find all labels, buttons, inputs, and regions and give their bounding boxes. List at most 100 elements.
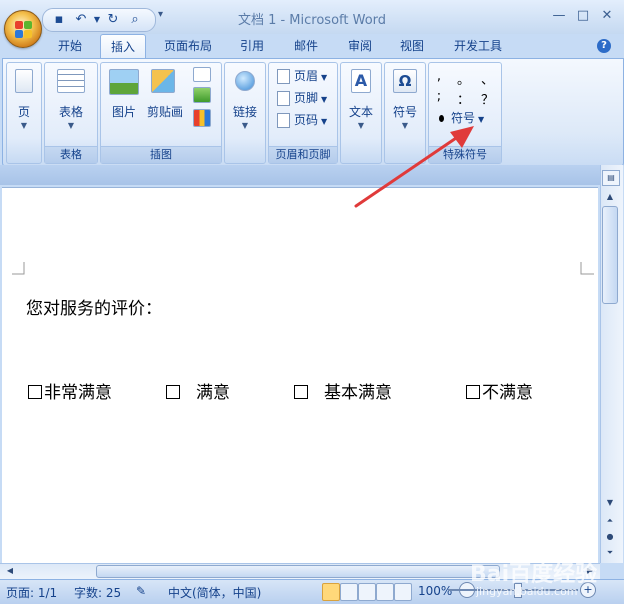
vertical-scroll-thumb[interactable] — [602, 206, 618, 304]
page-button[interactable]: 页 — [7, 103, 41, 120]
option-label: 基本满意 — [324, 383, 392, 403]
tab-mailings[interactable]: 邮件 — [286, 34, 326, 58]
margin-corner-top-right — [580, 262, 594, 275]
office-logo-icon — [15, 21, 23, 29]
previous-page-icon[interactable]: ⏶ — [602, 514, 618, 528]
option-satisfied[interactable]: 满意 — [166, 378, 230, 403]
special-symbol-cell[interactable]: ; — [433, 89, 445, 104]
page-number-label: 页码 — [294, 113, 319, 127]
page-icon — [15, 69, 33, 93]
proofing-icon[interactable]: ✎ — [136, 584, 146, 598]
table-group-label: 表格 — [45, 146, 97, 163]
checkbox-icon — [466, 385, 480, 399]
footer-icon — [277, 91, 290, 106]
tab-references[interactable]: 引用 — [232, 34, 272, 58]
chevron-down-icon: ▼ — [20, 121, 28, 130]
full-screen-reading-icon[interactable] — [340, 583, 358, 601]
maximize-icon[interactable]: □ — [572, 6, 594, 26]
option-basically-satisfied[interactable]: 基本满意 — [294, 378, 392, 403]
draft-view-icon[interactable] — [394, 583, 412, 601]
tab-home[interactable]: 开始 — [48, 34, 92, 58]
table-icon — [57, 69, 85, 93]
header-button[interactable]: 页眉 ▼ — [277, 67, 327, 85]
office-button[interactable] — [4, 10, 42, 48]
minimize-icon[interactable]: — — [548, 6, 570, 26]
chevron-down-icon: ▼ — [241, 121, 249, 130]
special-symbol-cell[interactable]: , — [433, 69, 445, 84]
scroll-down-icon[interactable]: ▼ — [602, 496, 618, 510]
ruler-toggle-icon[interactable]: ▤ — [602, 170, 620, 186]
annotation-arrow — [354, 126, 474, 208]
margin-corner-top-left — [12, 262, 25, 275]
document-page[interactable] — [2, 187, 598, 564]
office-logo-tile — [24, 21, 32, 29]
picture-icon — [109, 69, 139, 95]
print-layout-view-icon[interactable] — [322, 583, 340, 601]
links-group: 链接 ▼ — [224, 62, 266, 164]
office-logo-tile — [24, 30, 32, 38]
ribbon-tabs: 开始 插入 页面布局 引用 邮件 审阅 视图 开发工具 — [0, 34, 624, 59]
pages-group: 页 ▼ — [6, 62, 42, 164]
help-icon[interactable]: ? — [597, 39, 611, 53]
special-symbol-cell[interactable]: ： — [457, 89, 470, 108]
web-layout-icon[interactable] — [358, 583, 376, 601]
footer-label: 页脚 — [294, 91, 319, 105]
watermark-url: jingyan.baidu.com — [476, 585, 578, 598]
outline-view-icon[interactable] — [376, 583, 394, 601]
checkbox-icon — [28, 385, 42, 399]
option-label: 非常满意 — [44, 383, 112, 403]
footer-button[interactable]: 页脚 ▼ — [277, 89, 327, 107]
illustrations-group-label: 插图 — [101, 146, 221, 163]
special-symbol-cell[interactable]: 、 — [481, 69, 494, 88]
clipart-button[interactable]: 剪贴画 — [145, 103, 185, 120]
link-button[interactable]: 链接 — [225, 103, 265, 120]
scroll-up-icon[interactable]: ▲ — [602, 190, 618, 204]
tab-developer[interactable]: 开发工具 — [446, 34, 510, 58]
picture-button[interactable]: 图片 — [105, 103, 143, 120]
header-footer-group: 页眉 ▼ 页脚 ▼ 页码 ▼ 页眉和页脚 — [268, 62, 338, 164]
special-symbol-cell[interactable]: ？ — [481, 89, 494, 108]
ruler-strip — [0, 165, 600, 185]
omega-icon: Ω — [393, 69, 417, 93]
close-icon[interactable]: ✕ — [596, 6, 618, 26]
checkbox-icon — [294, 385, 308, 399]
header-footer-group-label: 页眉和页脚 — [269, 146, 337, 163]
zoom-level[interactable]: 100% — [418, 584, 452, 598]
page-number-icon — [277, 113, 290, 128]
horizontal-scroll-thumb[interactable] — [96, 565, 500, 578]
chevron-down-icon: ▼ — [321, 117, 328, 126]
smartart-icon[interactable] — [193, 87, 211, 103]
option-very-satisfied[interactable]: 非常满意 — [28, 378, 112, 403]
tab-page-layout[interactable]: 页面布局 — [156, 34, 220, 58]
survey-prompt: 您对服务的评价： — [26, 299, 162, 319]
office-logo-tile — [15, 30, 23, 38]
header-label: 页眉 — [294, 69, 319, 83]
special-symbol-cell[interactable]: 。 — [457, 69, 470, 88]
checkbox-icon — [166, 385, 180, 399]
text-button[interactable]: 文本 — [341, 103, 381, 120]
page-count[interactable]: 页面: 1/1 — [6, 584, 57, 601]
option-dissatisfied[interactable]: 不满意 — [466, 378, 533, 403]
select-browse-object-icon[interactable]: ● — [602, 530, 618, 544]
chevron-down-icon: ▼ — [321, 95, 328, 104]
tab-review[interactable]: 审阅 — [340, 34, 380, 58]
chevron-down-icon: ▼ — [321, 73, 328, 82]
page-number-button[interactable]: 页码 ▼ — [277, 111, 327, 129]
scroll-left-icon[interactable]: ◀ — [2, 564, 18, 578]
shapes-icon[interactable] — [193, 67, 211, 82]
header-icon — [277, 69, 290, 84]
tab-view[interactable]: 视图 — [392, 34, 432, 58]
chevron-down-icon: ▼ — [67, 121, 75, 130]
symbol-button[interactable]: 符号 — [385, 103, 425, 120]
clipart-icon — [151, 69, 175, 93]
illustrations-group: 图片 剪贴画 插图 — [100, 62, 222, 164]
next-page-icon[interactable]: ⏷ — [602, 546, 618, 560]
word-count[interactable]: 字数: 25 — [74, 584, 121, 601]
option-label: 不满意 — [482, 383, 533, 403]
table-group: 表格 ▼ 表格 — [44, 62, 98, 164]
tab-insert[interactable]: 插入 — [100, 34, 146, 59]
language-indicator[interactable]: 中文(简体，中国) — [168, 584, 261, 601]
watermark-logo: Bai百度经验 — [470, 562, 598, 587]
table-button[interactable]: 表格 — [45, 103, 97, 120]
chart-icon[interactable] — [193, 109, 211, 127]
